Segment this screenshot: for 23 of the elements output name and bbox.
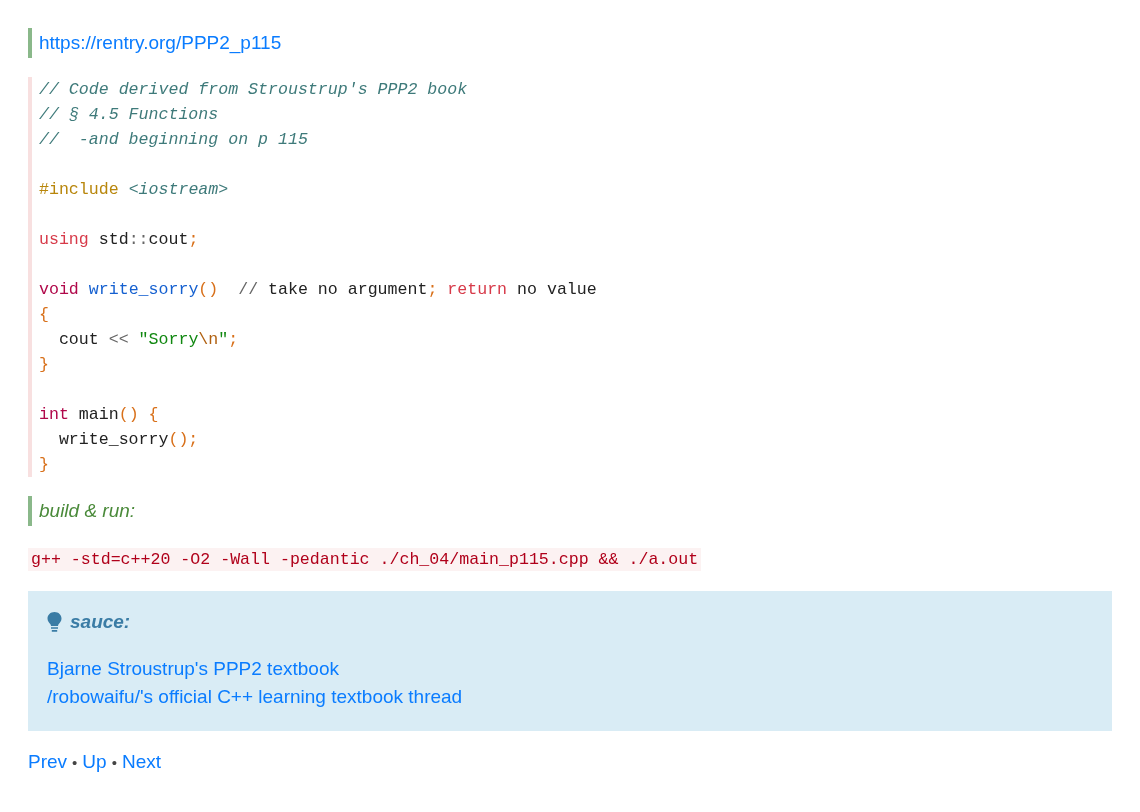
code-line: }	[39, 454, 49, 476]
reference-link[interactable]: /robowaifu/'s official C++ learning textbook thread	[47, 683, 463, 711]
code-line: cout << "Sorry\n";	[57, 329, 239, 351]
code-line: write_sorry();	[57, 429, 199, 451]
reference-link[interactable]: Bjarne Stroustrup's PPP2 textbook	[47, 655, 339, 683]
code-line: // -and beginning on p 115	[39, 129, 308, 151]
source-link[interactable]: https://rentry.org/PPP2_p115	[39, 32, 282, 53]
separator: •	[111, 754, 117, 771]
code-line: using std::cout;	[39, 229, 199, 251]
build-heading: build & run:	[39, 500, 136, 521]
nav-link[interactable]: Next	[121, 751, 161, 773]
lightbulb-icon	[47, 612, 62, 632]
note-title: sauce:	[70, 611, 131, 633]
code-line: {	[39, 304, 49, 326]
code-line: }	[39, 354, 49, 376]
code-line: void write_sorry() // take no argument; return no value	[39, 279, 597, 301]
code-line: int main() {	[39, 404, 159, 426]
nav-link[interactable]: Prev	[28, 751, 68, 773]
nav-link[interactable]: Up	[82, 751, 107, 773]
code-line: // § 4.5 Functions	[39, 104, 219, 126]
code-line: // Code derived from Stroustrup's PPP2 book	[39, 79, 468, 101]
separator: •	[72, 754, 78, 771]
code-line: #include <iostream>	[39, 179, 229, 201]
